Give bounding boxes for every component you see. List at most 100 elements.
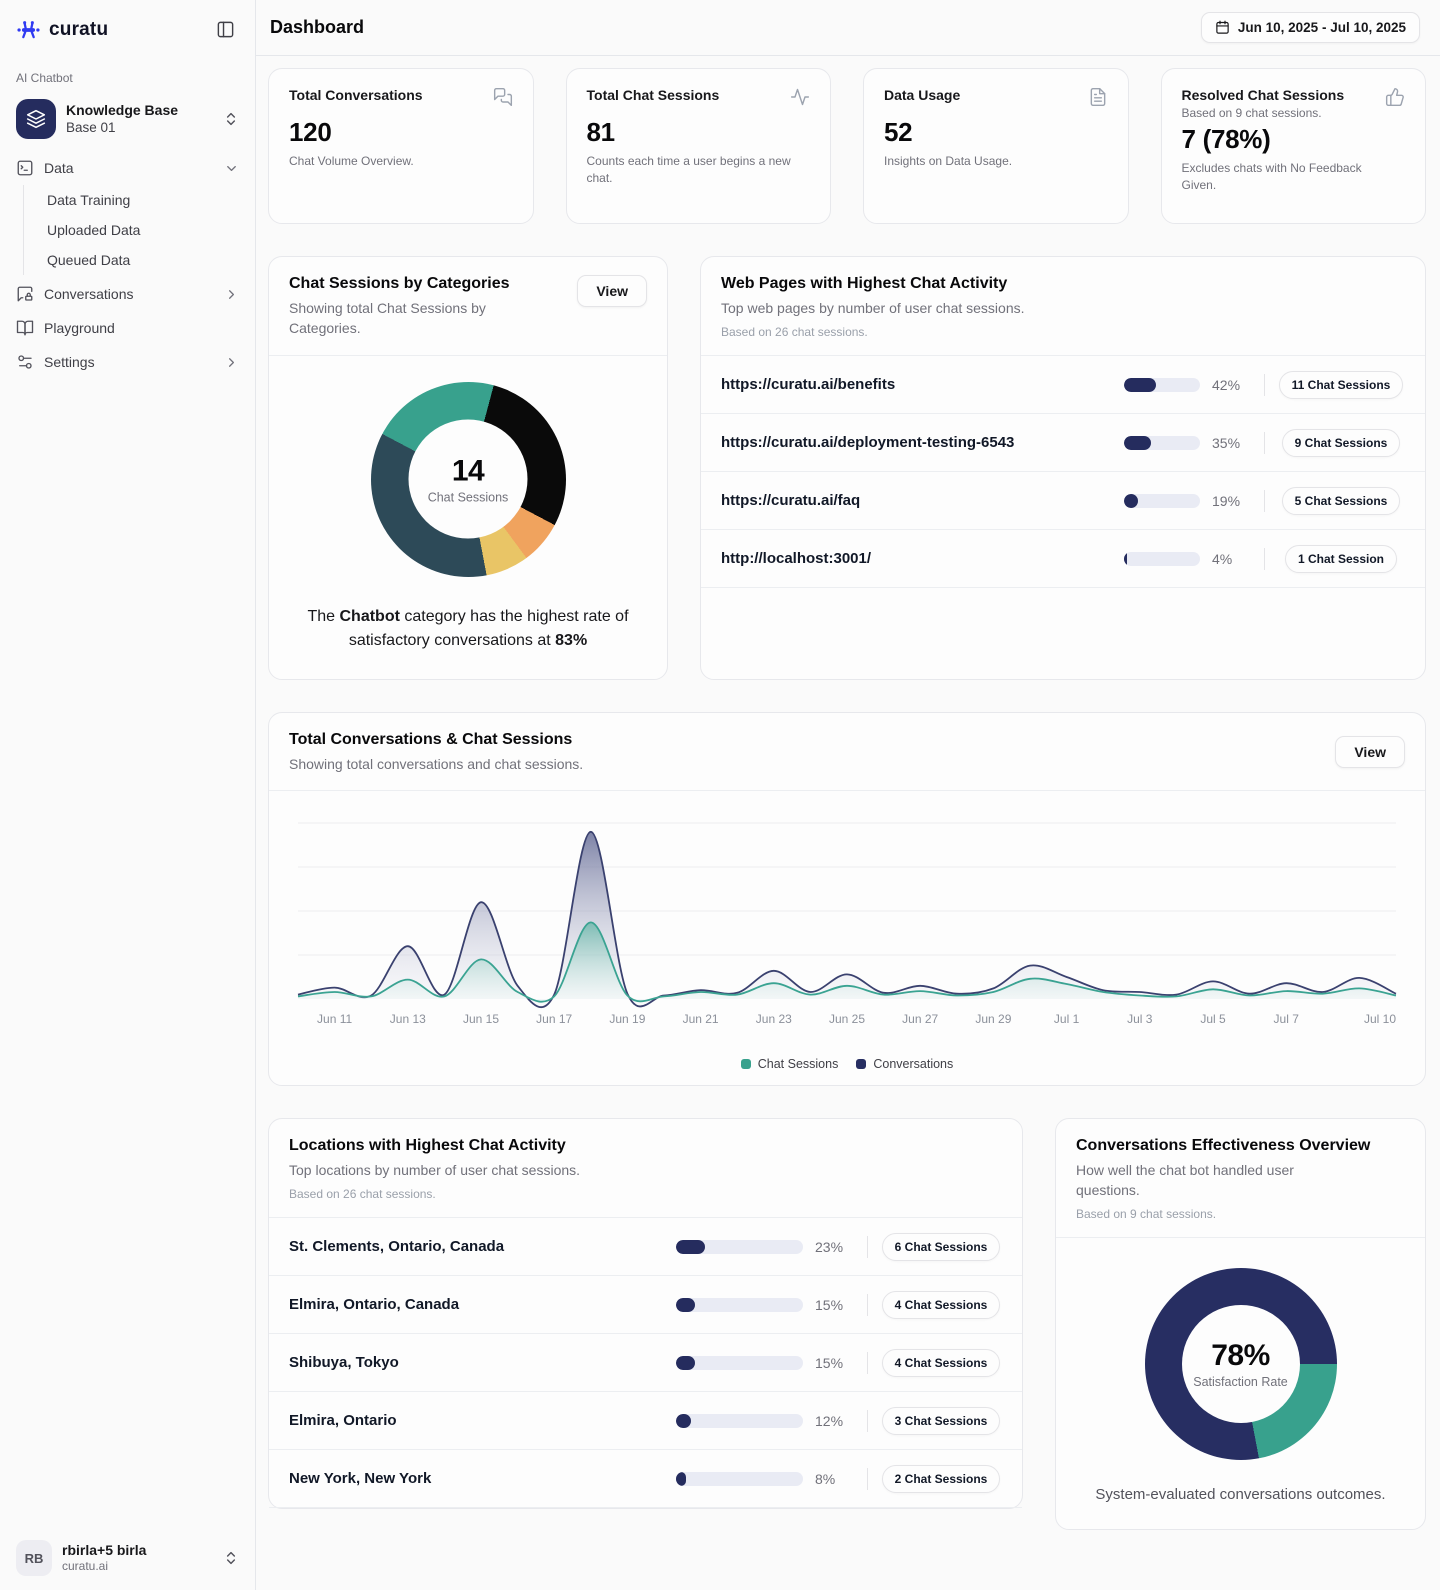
percent-label: 42% [1212, 376, 1241, 393]
webpage-row: https://curatu.ai/faq 19% 5 Chat Sessions [701, 472, 1425, 531]
date-range-label: Jun 10, 2025 - Jul 10, 2025 [1237, 20, 1406, 35]
categories-view-button[interactable]: View [577, 275, 647, 307]
card-title: Locations with Highest Chat Activity [289, 1136, 566, 1154]
sidebar-item-playground[interactable]: Playground [8, 311, 247, 345]
svg-text:Jun 15: Jun 15 [463, 1012, 499, 1026]
svg-text:Jul 1: Jul 1 [1054, 1012, 1080, 1026]
webpage-row-label: http://localhost:3001/ [721, 550, 872, 568]
location-row-label: Elmira, Ontario [289, 1412, 397, 1430]
chevron-down-icon [224, 161, 239, 176]
categories-insight: The Chatbot category has the highest rat… [307, 607, 629, 649]
svg-text:Jun 27: Jun 27 [902, 1012, 938, 1026]
sidebar-item-uploaded-data[interactable]: Uploaded Data [41, 215, 247, 245]
svg-text:Jun 19: Jun 19 [609, 1012, 645, 1026]
webpage-row-label: https://curatu.ai/faq [721, 492, 861, 510]
page-header: Dashboard Jun 10, 2025 - Jul 10, 2025 [256, 0, 1440, 56]
svg-text:Jul 3: Jul 3 [1127, 1012, 1153, 1026]
data-submenu: Data Training Uploaded Data Queued Data [23, 185, 247, 275]
sidebar-item-settings[interactable]: Settings [8, 345, 247, 379]
user-menu[interactable]: RB rbirla+5 birla curatu.ai [8, 1534, 247, 1582]
location-row-label: Shibuya, Tokyo [289, 1354, 399, 1372]
progress-bar-fill [1124, 435, 1151, 450]
chat-sessions-badge: 9 Chat Sessions [1281, 428, 1401, 457]
legend-item-chat-sessions: Chat Sessions [740, 1056, 839, 1071]
chat-sessions-badge: 5 Chat Sessions [1281, 486, 1401, 515]
card-basis: Based on 9 chat sessions. [1076, 1207, 1217, 1222]
svg-text:Jun 17: Jun 17 [536, 1012, 572, 1026]
card-subtitle: Showing total Chat Sessions by Categorie… [289, 300, 486, 337]
svg-text:Jun 23: Jun 23 [756, 1012, 792, 1026]
categories-card: Chat Sessions by Categories Showing tota… [268, 256, 668, 680]
stat-basis: Based on 9 chat sessions. [1181, 106, 1322, 120]
divider [1264, 547, 1265, 570]
card-basis: Based on 26 chat sessions. [289, 1187, 436, 1202]
date-range-picker[interactable]: Jun 10, 2025 - Jul 10, 2025 [1200, 12, 1420, 43]
card-title: Web Pages with Highest Chat Activity [721, 275, 1008, 292]
svg-text:Jun 13: Jun 13 [390, 1012, 426, 1026]
webpages-list: https://curatu.ai/benefits 42% 11 Chat Ses… [701, 356, 1425, 589]
locations-list: St. Clements, Ontario, Canada 23% 6 Chat S… [269, 1218, 1022, 1509]
effectiveness-donut-chart: 78% Satisfaction Rate [1144, 1268, 1337, 1461]
chat-sessions-badge: 4 Chat Sessions [881, 1348, 1001, 1377]
progress-bar-fill [676, 1413, 692, 1428]
sidebar-collapse-button[interactable] [212, 16, 239, 43]
stat-description: Insights on Data Usage. [884, 154, 1013, 168]
card-subtitle: Top locations by number of user chat ses… [289, 1161, 581, 1178]
trend-view-button[interactable]: View [1335, 736, 1405, 769]
svg-text:Jul 5: Jul 5 [1200, 1012, 1226, 1026]
sidebar-item-queued-data[interactable]: Queued Data [41, 245, 247, 275]
progress-bar-fill [1124, 551, 1128, 566]
sidebar-item-label: Playground [44, 320, 115, 336]
chat-sessions-badge: 2 Chat Sessions [881, 1464, 1001, 1493]
stat-card-total-chat-sessions: Total Chat Sessions 81 Counts each time … [565, 68, 831, 224]
location-row: St. Clements, Ontario, Canada 23% 6 Chat S… [269, 1218, 1022, 1277]
divider [867, 1293, 868, 1316]
stat-value: 7 (78%) [1181, 124, 1271, 154]
progress-bar [676, 1297, 803, 1312]
webpage-row-label: https://curatu.ai/deployment-testing-654… [721, 434, 1015, 452]
percent-label: 23% [815, 1238, 844, 1255]
progress-bar-fill [1124, 377, 1156, 392]
stat-title: Total Chat Sessions [586, 87, 720, 103]
user-org: curatu.ai [62, 1559, 109, 1574]
stat-title: Resolved Chat Sessions [1181, 87, 1345, 103]
card-title: Conversations Effectiveness Overview [1076, 1136, 1371, 1154]
webpage-row: https://curatu.ai/benefits 42% 11 Chat Ses… [701, 356, 1425, 415]
donut-center-value: 78% [1211, 1339, 1270, 1373]
chat-sessions-badge: 6 Chat Sessions [881, 1232, 1001, 1261]
sidebar-item-label: Conversations [44, 286, 134, 302]
divider [867, 1409, 868, 1432]
sidebar-item-data[interactable]: Data [8, 151, 247, 185]
webpage-row: http://localhost:3001/4% 1 Chat Session [701, 530, 1425, 589]
divider [1264, 373, 1265, 396]
progress-bar [1124, 435, 1200, 450]
percent-label: 35% [1212, 434, 1241, 451]
curatu-logo-icon [17, 20, 40, 38]
progress-bar-fill [676, 1471, 687, 1486]
webpage-row-label: https://curatu.ai/benefits [721, 376, 896, 394]
location-row: Elmira, Ontario, Canada 15% 4 Chat Session… [269, 1276, 1022, 1335]
stat-title: Total Conversations [289, 87, 423, 103]
stat-value: 81 [586, 117, 616, 147]
card-subtitle: How well the chat bot handled user quest… [1076, 1161, 1294, 1199]
percent-label: 8% [815, 1470, 836, 1487]
progress-bar [1124, 551, 1200, 566]
donut-center-label: Chat Sessions [427, 490, 509, 505]
legend-label: Chat Sessions [757, 1056, 839, 1071]
divider [1264, 431, 1265, 454]
sidebar-item-data-training[interactable]: Data Training [41, 185, 247, 215]
progress-bar [676, 1239, 803, 1254]
sidebar-item-conversations[interactable]: Conversations [8, 277, 247, 311]
stat-card-data-usage: Data Usage 52 Insights on Data Usage. [863, 68, 1129, 224]
avatar: RB [16, 1540, 52, 1576]
card-subtitle: Top web pages by number of user chat ses… [721, 300, 1025, 316]
stat-value: 120 [289, 117, 332, 147]
terminal-square-icon [16, 159, 34, 177]
card-title: Total Conversations & Chat Sessions [289, 730, 573, 748]
location-row: Shibuya, Tokyo 15% 4 Chat Sessions [269, 1334, 1022, 1393]
calendar-icon [1215, 20, 1230, 35]
knowledge-base-selector[interactable]: Knowledge Base Base 01 [8, 93, 247, 145]
svg-text:Jun 29: Jun 29 [975, 1012, 1011, 1026]
chart-legend: Chat Sessions Conversations [287, 1057, 1407, 1071]
messages-icon [493, 87, 513, 107]
